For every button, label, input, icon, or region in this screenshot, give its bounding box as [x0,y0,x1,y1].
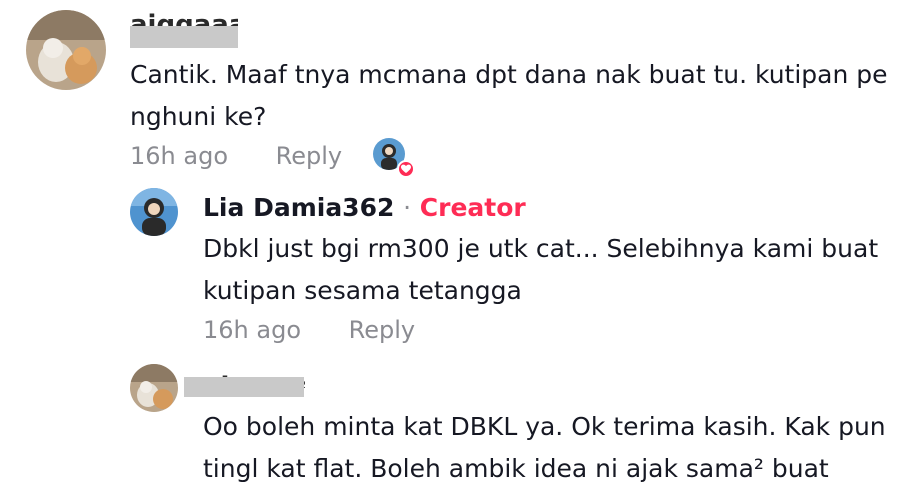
comment-3: aiqqaaa Oo boleh minta kat DBKL ya. Ok t… [0,350,900,495]
reply-button[interactable]: Reply [349,314,415,346]
creator-badge: Creator [419,193,526,222]
comment-meta: 16h ago Reply [130,140,342,172]
comment-1: aiqqaaa Cantik. Maaf tnya mcmana dpt dan… [0,0,900,180]
username-redaction-bar [184,377,304,397]
comment-text: Oo boleh minta kat DBKL ya. Ok terima ka… [203,412,886,483]
comment-time: 16h ago [130,142,229,170]
commenter-avatar[interactable] [130,364,178,412]
comment-2: Lia Damia362 · Creator Dbkl just bgi rm3… [0,180,900,350]
comment-text: Dbkl just bgi rm300 je utk cat... Selebi… [203,234,879,305]
separator-dot: · [403,193,412,222]
commenter-avatar[interactable] [26,10,106,90]
liked-by-creator-icon [373,138,415,178]
comment-time: 16h ago [203,316,302,344]
creator-avatar[interactable] [130,188,178,236]
comment-meta: 16h ago Reply [203,314,415,346]
heart-icon [397,160,415,178]
comment-text: Cantik. Maaf tnya mcmana dpt dana nak bu… [130,60,888,131]
reply-button[interactable]: Reply [276,140,342,172]
username-redaction-bar [130,26,238,48]
creator-name-line: Lia Damia362 · Creator [203,192,526,224]
username-redaction: aiqqaaa [130,12,238,26]
creator-username[interactable]: Lia Damia362 [203,193,394,222]
